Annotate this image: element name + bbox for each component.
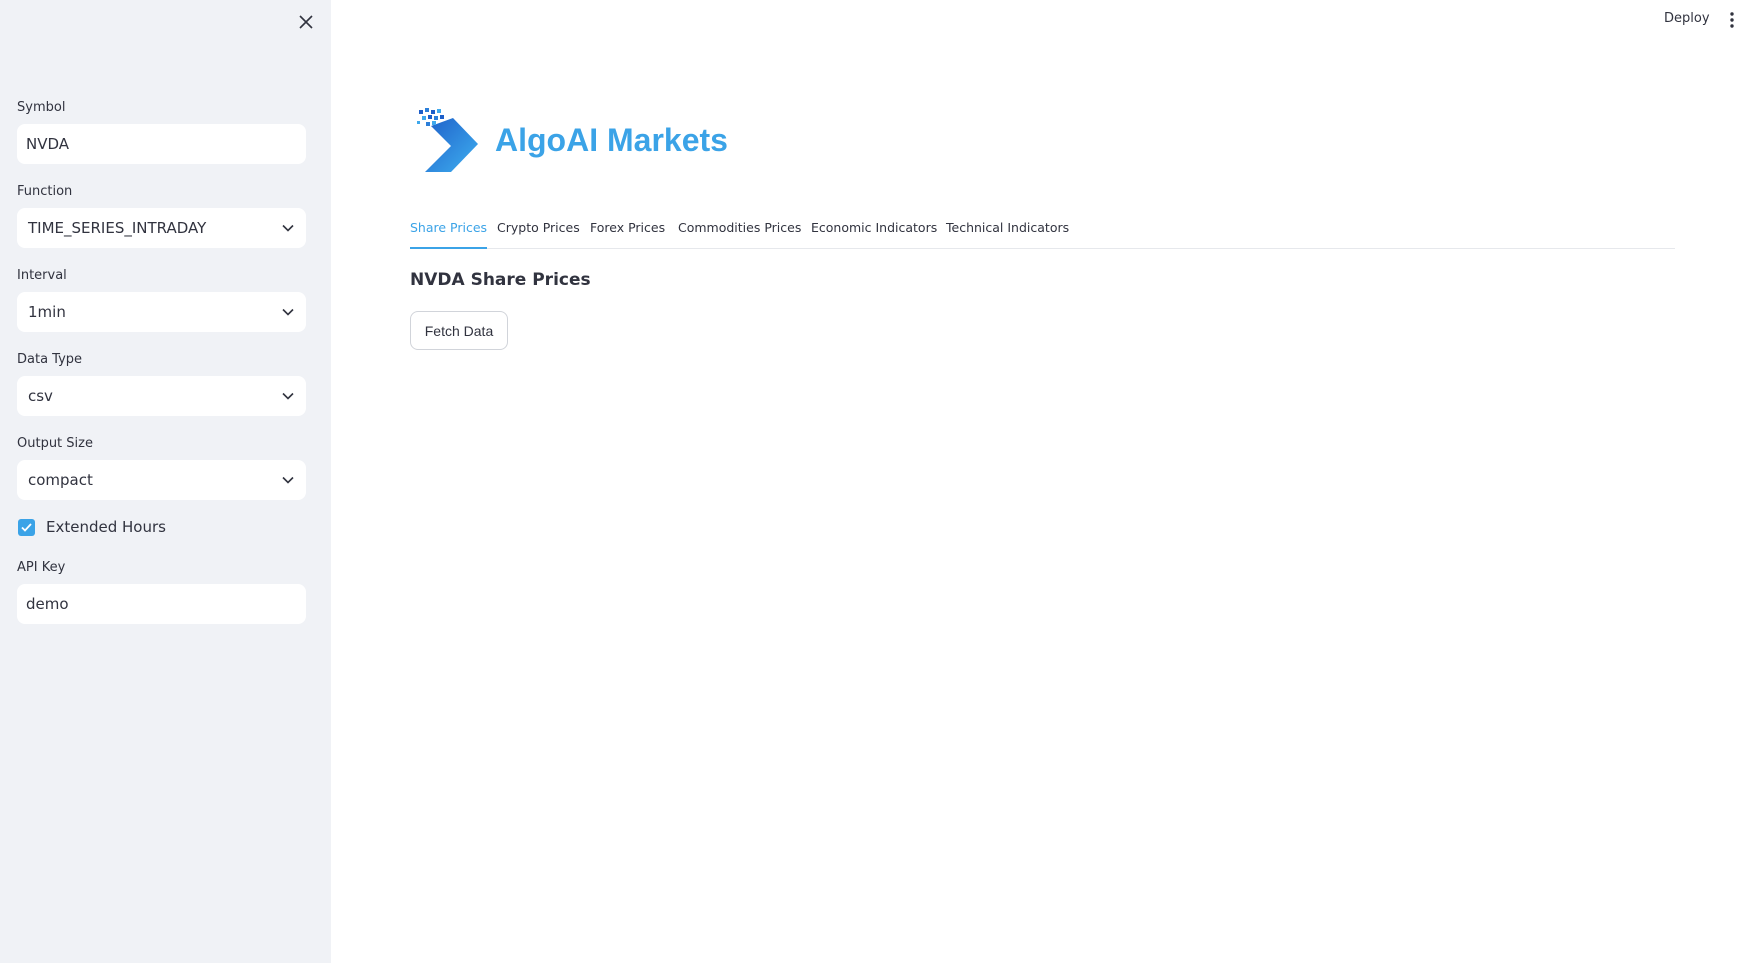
close-sidebar-button[interactable] <box>294 10 318 34</box>
tab-economic-indicators[interactable]: Economic Indicators <box>811 220 937 249</box>
function-select[interactable]: TIME_SERIES_INTRADAY <box>17 208 306 248</box>
output-size-label: Output Size <box>17 436 93 451</box>
output-size-select-value: compact <box>28 471 93 489</box>
function-label: Function <box>17 184 73 199</box>
interval-select-value: 1min <box>28 303 66 321</box>
sidebar: Symbol Function TIME_SERIES_INTRADAY Int… <box>0 0 331 963</box>
section-title: NVDA Share Prices <box>410 270 591 290</box>
algoai-logo-icon <box>417 108 478 172</box>
chevron-down-icon <box>281 305 295 319</box>
output-size-select[interactable]: compact <box>17 460 306 500</box>
kebab-menu-icon <box>1730 12 1734 28</box>
app-title: AlgoAI Markets <box>495 122 728 158</box>
extended-hours-label: Extended Hours <box>46 518 166 536</box>
api-key-input[interactable] <box>17 584 306 624</box>
symbol-label: Symbol <box>17 100 66 115</box>
chevron-down-icon <box>281 221 295 235</box>
data-type-label: Data Type <box>17 352 83 367</box>
data-type-select[interactable]: csv <box>17 376 306 416</box>
deploy-button[interactable]: Deploy <box>1664 11 1710 26</box>
tab-technical-indicators[interactable]: Technical Indicators <box>946 220 1069 249</box>
tab-commodities-prices[interactable]: Commodities Prices <box>678 220 801 249</box>
function-select-value: TIME_SERIES_INTRADAY <box>28 219 207 237</box>
api-key-label: API Key <box>17 560 66 575</box>
tab-bar: Share Prices Crypto Prices Forex Prices … <box>410 219 1675 249</box>
fetch-data-button[interactable]: Fetch Data <box>410 311 508 350</box>
chevron-down-icon <box>281 389 295 403</box>
extended-hours-checkbox[interactable]: Extended Hours <box>18 518 166 536</box>
tab-crypto-prices[interactable]: Crypto Prices <box>497 220 580 249</box>
symbol-input[interactable] <box>17 124 306 164</box>
interval-select[interactable]: 1min <box>17 292 306 332</box>
tab-share-prices[interactable]: Share Prices <box>410 220 488 249</box>
chevron-down-icon <box>281 473 295 487</box>
tab-forex-prices[interactable]: Forex Prices <box>590 220 665 249</box>
interval-label: Interval <box>17 268 67 283</box>
main-menu-button[interactable] <box>1724 9 1740 31</box>
checkbox-checked-icon <box>18 518 35 536</box>
close-icon <box>299 15 313 29</box>
data-type-select-value: csv <box>28 387 53 405</box>
